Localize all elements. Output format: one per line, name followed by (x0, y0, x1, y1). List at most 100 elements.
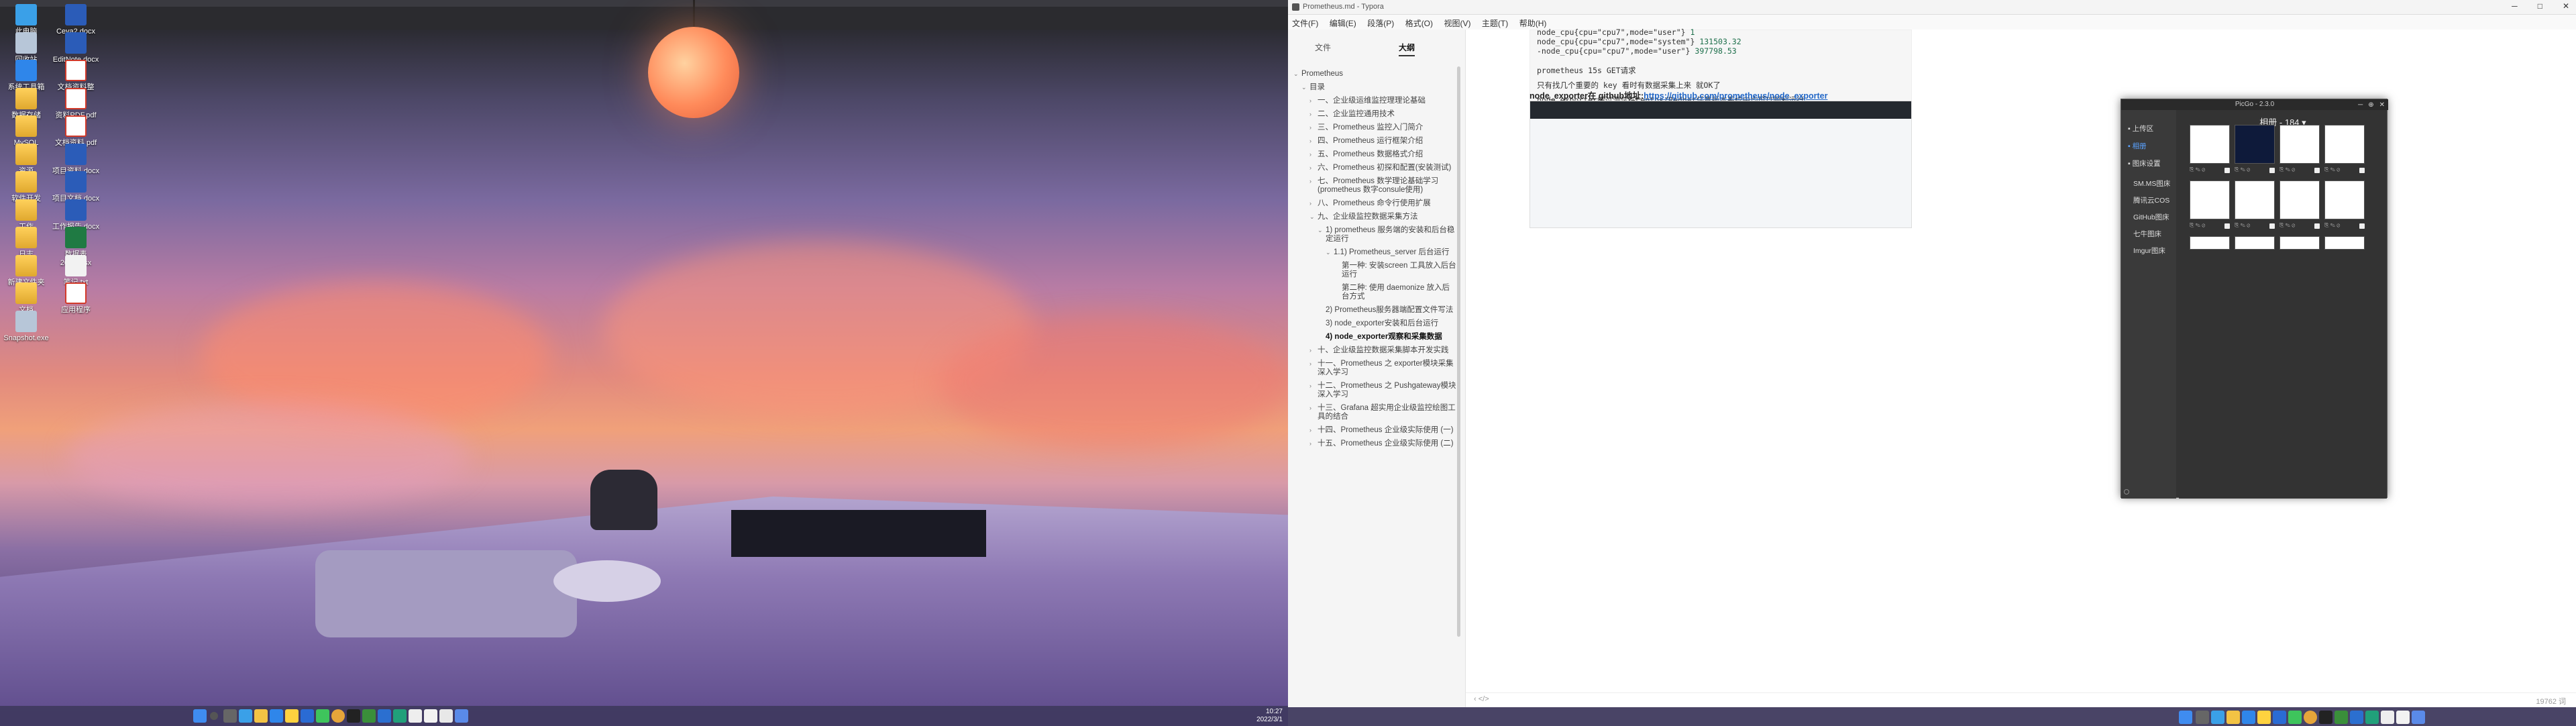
album-thumbnail[interactable] (2324, 125, 2365, 164)
desktop-icon[interactable]: 应用程序 (51, 282, 101, 315)
picgo-minimize-button[interactable]: ─ (2358, 100, 2363, 111)
picgo-taskbar-button[interactable] (2412, 711, 2425, 724)
album-thumbnail[interactable] (2279, 125, 2320, 164)
album-thumbnail[interactable] (2324, 180, 2365, 219)
taskbar-app-button[interactable] (2334, 711, 2348, 724)
outline-caret-icon[interactable]: › (1309, 150, 1311, 159)
outline-item[interactable]: 第一种: 安装screen 工具放入后台运行 (1288, 262, 1464, 279)
outline-caret-icon[interactable]: › (1309, 426, 1311, 435)
taskbar-app-button[interactable] (362, 709, 376, 723)
taskbar-app-button[interactable] (301, 709, 314, 723)
outline-caret-icon[interactable]: › (1309, 110, 1311, 119)
outline-item[interactable]: ⌄ 1.1) Prometheus_server 后台运行 (1288, 248, 1464, 257)
album-thumbnail[interactable] (2235, 125, 2275, 164)
outline-item[interactable]: › 二、企业监控通用技术 (1288, 110, 1464, 119)
taskbar-app-button[interactable] (2319, 711, 2332, 724)
outline-caret-icon[interactable]: › (1309, 137, 1311, 146)
outline-caret-icon[interactable]: ⌄ (1301, 83, 1307, 92)
picgo-nav-item[interactable]: SM.MS图床 (2133, 178, 2170, 189)
picgo-titlebar[interactable]: PicGo - 2.3.0 ─ ⊕ ✕ (2121, 99, 2388, 110)
file-explorer-button[interactable] (254, 709, 268, 723)
thumbnail-actions[interactable]: ⎘ ✎ ⊘ (2279, 166, 2295, 173)
thumbnail-actions[interactable]: ⎘ ✎ ⊘ (2324, 222, 2340, 229)
album-thumbnail[interactable] (2190, 236, 2230, 250)
outline-item[interactable]: › 十三、Grafana 超实用企业级监控绘图工具的结合 (1288, 404, 1464, 421)
thumbnail-actions[interactable]: ⎘ ✎ ⊘ (2324, 166, 2340, 173)
widgets-button[interactable] (239, 709, 252, 723)
outline-caret-icon[interactable]: ⌄ (1309, 213, 1315, 221)
thumbnail-actions[interactable]: ⎘ ✎ ⊘ (2235, 166, 2250, 173)
thumbnail-actions[interactable]: ⎘ ✎ ⊘ (2190, 166, 2205, 173)
album-thumbnail[interactable] (2324, 236, 2365, 250)
picgo-nav-item[interactable]: ▪ 图床设置 (2128, 158, 2161, 168)
taskbar-app-button[interactable] (316, 709, 329, 723)
outline-item[interactable]: 4) node_exporter观察和采集数据 (1288, 333, 1464, 342)
taskbar-app-button[interactable] (2288, 711, 2302, 724)
album-thumbnail[interactable] (2235, 180, 2275, 219)
file-explorer-button[interactable] (2226, 711, 2240, 724)
taskbar-app-button[interactable] (331, 709, 345, 723)
outline-caret-icon[interactable]: ⌄ (1318, 226, 1323, 235)
menu-format[interactable]: 格式(O) (1405, 17, 1433, 29)
sidebar-scrollbar[interactable] (1457, 66, 1460, 637)
taskbar-app-button[interactable] (2365, 711, 2379, 724)
outline-item[interactable]: 2) Prometheus服务器端配置文件写法 (1288, 306, 1464, 315)
menu-view[interactable]: 视图(V) (1444, 17, 1470, 29)
picgo-nav-item[interactable]: GitHub图床 (2133, 212, 2169, 222)
thumbnail-checkbox[interactable] (2269, 223, 2275, 229)
tab-outline[interactable]: 大纲 (1399, 42, 1415, 56)
menu-paragraph[interactable]: 段落(P) (1367, 17, 1394, 29)
taskbar-app-button[interactable] (455, 709, 468, 723)
outline-caret-icon[interactable]: › (1309, 360, 1311, 368)
picgo-nav-item[interactable]: Imgur图床 (2133, 246, 2165, 256)
outline-caret-icon[interactable]: › (1309, 97, 1311, 105)
picgo-pin-button[interactable]: ⊕ (2368, 100, 2373, 111)
thumbnail-checkbox[interactable] (2269, 168, 2275, 173)
menu-file[interactable]: 文件(F) (1292, 17, 1318, 29)
outline-caret-icon[interactable]: › (1309, 346, 1311, 355)
taskbar-app-button[interactable] (439, 709, 453, 723)
outline-item[interactable]: › 十四、Prometheus 企业级实际使用 (一) (1288, 426, 1464, 435)
outline-caret-icon[interactable]: › (1309, 439, 1311, 448)
outline-item[interactable]: › 十一、Prometheus 之 exporter模块采集深入学习 (1288, 360, 1464, 377)
word-count[interactable]: 19762 词 (2536, 696, 2566, 707)
picgo-nav-item[interactable]: ▪ 上传区 (2128, 123, 2153, 134)
desktop-icon[interactable]: Snapshot.exe (1, 310, 51, 343)
outline-caret-icon[interactable]: › (1309, 199, 1311, 208)
outline-caret-icon[interactable]: › (1309, 123, 1311, 132)
outline-caret-icon[interactable]: › (1309, 164, 1311, 172)
search-button[interactable] (210, 712, 218, 720)
taskbar-app-button[interactable] (2350, 711, 2363, 724)
outline-item[interactable]: › 六、Prometheus 初探和配置(安装测试) (1288, 164, 1464, 172)
thumbnail-checkbox[interactable] (2314, 223, 2320, 229)
picgo-nav-item[interactable]: ▪ 相册 (2128, 141, 2147, 151)
info-icon[interactable] (2124, 489, 2129, 495)
menu-edit[interactable]: 编辑(E) (1330, 17, 1356, 29)
close-button[interactable]: ✕ (2563, 1, 2569, 11)
outline-item[interactable]: ⌄ 九、企业级监控数据采集方法 (1288, 213, 1464, 221)
thumbnail-checkbox[interactable] (2224, 168, 2230, 173)
outline-caret-icon[interactable]: ⌄ (1293, 70, 1299, 79)
album-thumbnail[interactable] (2190, 125, 2230, 164)
thumbnail-actions[interactable]: ⎘ ✎ ⊘ (2279, 222, 2295, 229)
maximize-button[interactable]: □ (2538, 1, 2542, 11)
outline-item[interactable]: › 五、Prometheus 数据格式介绍 (1288, 150, 1464, 159)
taskbar-clock[interactable]: 10:27 2022/3/1 (1256, 708, 1283, 724)
menu-theme[interactable]: 主题(T) (1482, 17, 1508, 29)
taskbar-app-button[interactable] (393, 709, 407, 723)
picgo-nav-item[interactable]: 七牛图床 (2133, 229, 2161, 239)
taskbar-app-button[interactable] (378, 709, 391, 723)
outline-caret-icon[interactable]: ⌄ (1326, 248, 1331, 257)
album-thumbnail[interactable] (2279, 180, 2320, 219)
outline-item[interactable]: 第二种: 使用 daemonize 放入后台方式 (1288, 284, 1464, 301)
typora-titlebar[interactable]: Prometheus.md - Typora ─ □ ✕ (1288, 0, 2576, 15)
taskbar-app-button[interactable] (2381, 711, 2394, 724)
taskbar-app-button[interactable] (2396, 711, 2410, 724)
outline-item[interactable]: › 三、Prometheus 监控入门简介 (1288, 123, 1464, 132)
outline-caret-icon[interactable]: › (1309, 177, 1311, 186)
minimize-button[interactable]: ─ (2512, 1, 2518, 11)
taskbar-app-button[interactable] (2273, 711, 2286, 724)
outline-item[interactable]: › 七、Prometheus 数学理论基础学习 (prometheus 数字con… (1288, 177, 1464, 195)
picgo-nav-item[interactable]: 腾讯云COS (2133, 195, 2169, 205)
taskbar-app-button[interactable] (2242, 711, 2255, 724)
